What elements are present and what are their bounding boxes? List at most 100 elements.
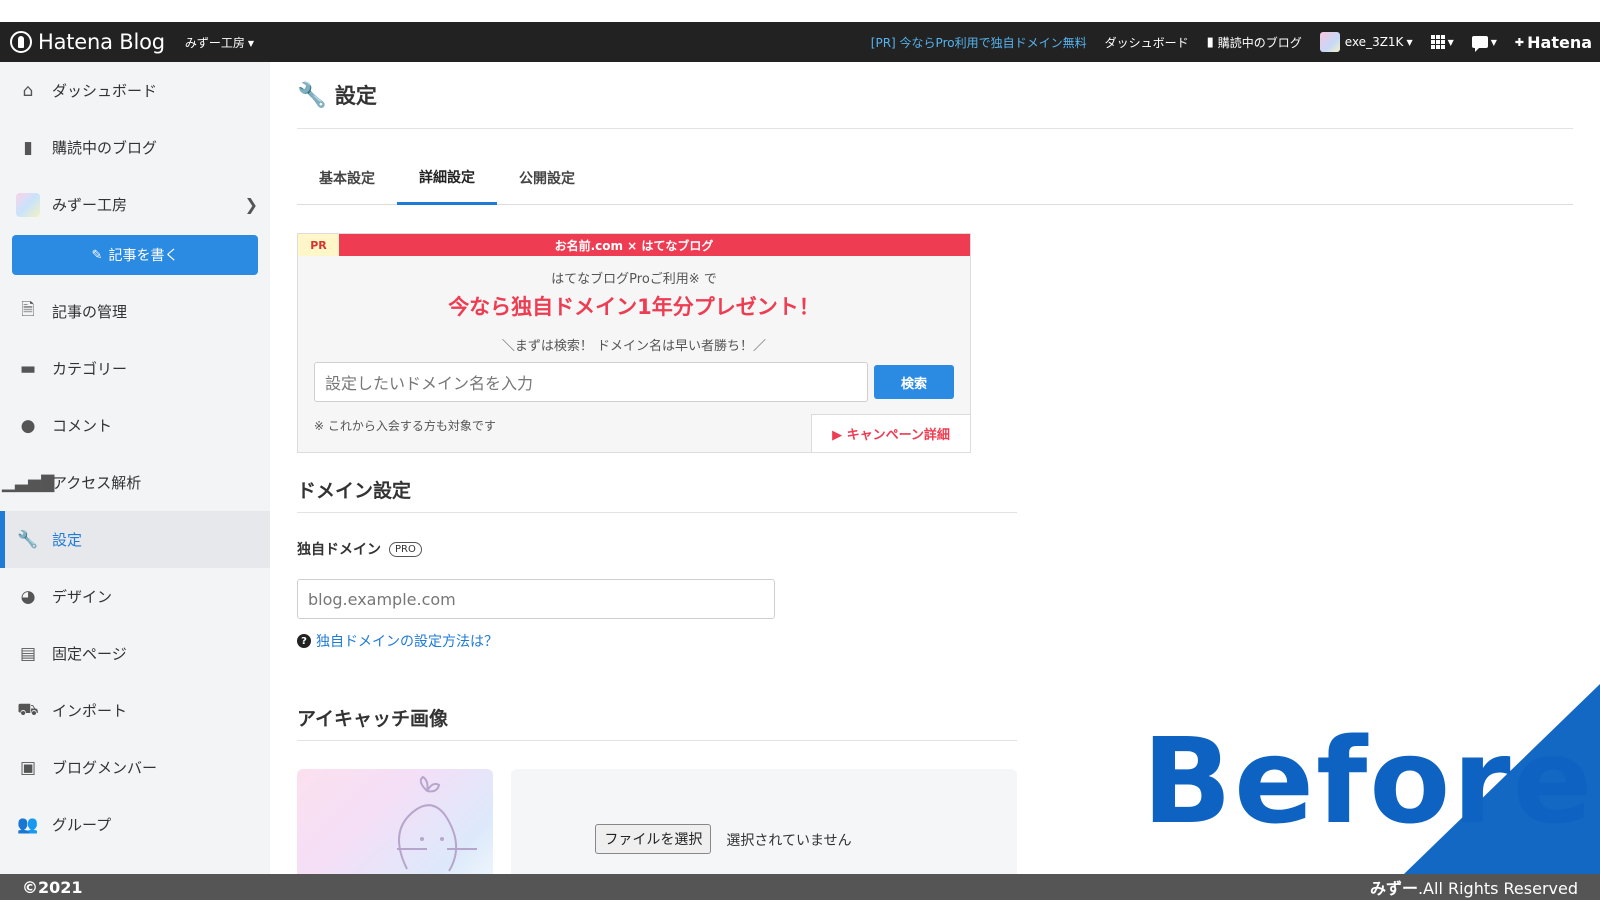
chevron-right-icon: ❯ bbox=[244, 195, 258, 214]
sidebar-item-dashboard[interactable]: ⌂ ダッシュボード bbox=[0, 62, 270, 119]
campaign-detail-link[interactable]: ▶ キャンペーン詳細 bbox=[811, 414, 971, 453]
sidebar: ⌂ ダッシュボード ▮ 購読中のブログ みずー工房 ❯ ✎ 記事を書く 🗎 記事… bbox=[0, 62, 270, 874]
pr-tag: PR bbox=[298, 234, 340, 256]
question-circle-icon: ? bbox=[297, 634, 311, 648]
truck-icon: ⛟ bbox=[17, 699, 39, 720]
domain-help-link[interactable]: ? 独自ドメインの設定方法は？ bbox=[297, 631, 1017, 651]
sidebar-item-label: 記事の管理 bbox=[52, 303, 128, 321]
page-header: 🔧 設定 bbox=[297, 62, 1573, 129]
top-navigation-bar: Hatena Blog みずー工房 ▼ [PR] 今ならPro利用で独自ドメイン無… bbox=[0, 22, 1600, 62]
sidebar-item-members[interactable]: ▣ ブログメンバー bbox=[0, 739, 270, 796]
caret-down-icon: ▼ bbox=[1406, 37, 1413, 47]
user-menu[interactable]: exe_3Z1K ▼ bbox=[1319, 32, 1413, 52]
sidebar-item-label: インポート bbox=[52, 702, 128, 720]
domain-help-text: 独自ドメインの設定方法は？ bbox=[316, 634, 498, 650]
domain-section-title: ドメイン設定 bbox=[297, 467, 1017, 513]
sidebar-item-blog[interactable]: みずー工房 ❯ bbox=[0, 176, 270, 233]
blog-avatar-wrap bbox=[16, 192, 40, 217]
blog-switcher-label: みずー工房 bbox=[184, 35, 245, 50]
settings-tabs: 基本設定 詳細設定 公開設定 bbox=[297, 151, 1573, 205]
bar-chart-icon: ▁▃▅▇ bbox=[1, 472, 55, 493]
sidebar-item-articles[interactable]: 🗎 記事の管理 bbox=[0, 283, 270, 340]
grid-icon bbox=[1430, 35, 1445, 49]
pr-domain-link[interactable]: [PR] 今ならPro利用で独自ドメイン無料 bbox=[871, 34, 1087, 51]
sidebar-item-label: アクセス解析 bbox=[52, 474, 142, 492]
before-overlay-label: Before bbox=[1142, 712, 1595, 850]
wrench-icon: 🔧 bbox=[297, 81, 327, 109]
comment-icon: ● bbox=[20, 415, 36, 436]
hatena-logo-icon bbox=[10, 31, 32, 53]
avatar bbox=[1319, 32, 1340, 52]
tab-advanced-settings[interactable]: 詳細設定 bbox=[397, 151, 497, 205]
page-title: 設定 bbox=[334, 84, 377, 108]
notification-menu[interactable]: ▼ bbox=[1471, 36, 1497, 52]
caret-down-icon: ▼ bbox=[1447, 37, 1454, 47]
hatena-blog-logo[interactable]: Hatena Blog bbox=[10, 30, 165, 54]
hatena-label: Hatena bbox=[1527, 32, 1592, 52]
promo-headline: 今なら独自ドメイン1年分プレゼント！ bbox=[448, 295, 820, 319]
sidebar-item-import[interactable]: ⛟ インポート bbox=[0, 682, 270, 739]
custom-domain-input[interactable]: blog.example.com bbox=[297, 579, 775, 619]
hatena-small-icon: ✚ bbox=[1514, 35, 1525, 49]
domain-promo-banner: PR お名前.com × はてなブログ はてなブログProご利用※ で 今なら独… bbox=[297, 233, 971, 453]
document-icon: 🗎 bbox=[21, 300, 35, 320]
pro-badge: PRO bbox=[389, 541, 422, 557]
sidebar-item-settings[interactable]: 🔧 設定 bbox=[0, 511, 270, 568]
palette-icon: ◕ bbox=[20, 586, 36, 607]
group-icon: 👥 bbox=[17, 814, 39, 835]
edit-icon: ✎ bbox=[91, 247, 103, 263]
caret-down-icon: ▼ bbox=[1490, 37, 1497, 47]
tab-basic-settings[interactable]: 基本設定 bbox=[297, 151, 397, 205]
promo-note: ＼まずは検索！ ドメイン名は早い者勝ち！／ bbox=[501, 339, 767, 354]
caret-down-icon: ▼ bbox=[247, 38, 255, 48]
page-icon: ▤ bbox=[19, 643, 37, 664]
sidebar-item-comment[interactable]: ● コメント bbox=[0, 397, 270, 454]
blog-avatar bbox=[16, 192, 40, 217]
header-subscribed-link[interactable]: ▮ 購読中のブログ bbox=[1207, 34, 1302, 51]
promo-bar-text: お名前.com × はてなブログ bbox=[554, 238, 714, 253]
eyecatch-thumbnail bbox=[297, 769, 494, 879]
top-margin bbox=[0, 0, 1600, 22]
write-article-label: 記事を書く bbox=[108, 248, 179, 264]
footer-copyright: ©2021 bbox=[22, 877, 83, 897]
write-article-button[interactable]: ✎ 記事を書く bbox=[12, 235, 258, 275]
sidebar-item-label: みずー工房 bbox=[52, 196, 128, 214]
eyecatch-row: ファイルを選択 選択されていません bbox=[297, 769, 1017, 879]
footer-bar: ©2021 みずー.All Rights Reserved bbox=[0, 874, 1600, 900]
sidebar-item-analytics[interactable]: ▁▃▅▇ アクセス解析 bbox=[0, 454, 270, 511]
sidebar-item-label: デザイン bbox=[52, 588, 113, 606]
username: exe_3Z1K bbox=[1344, 35, 1404, 49]
sidebar-item-label: 購読中のブログ bbox=[52, 139, 158, 157]
choose-file-button[interactable]: ファイルを選択 bbox=[595, 824, 712, 854]
sidebar-item-design[interactable]: ◕ デザイン bbox=[0, 568, 270, 625]
sidebar-item-label: グループ bbox=[52, 816, 112, 834]
sidebar-item-subscribed[interactable]: ▮ 購読中のブログ bbox=[0, 119, 270, 176]
domain-search-button[interactable]: 検索 bbox=[874, 365, 954, 399]
home-icon: ⌂ bbox=[22, 80, 34, 101]
sidebar-item-label: ブログメンバー bbox=[52, 759, 158, 777]
mascot-illustration-icon bbox=[397, 775, 477, 872]
footer-rights-text: .All Rights Reserved bbox=[1417, 879, 1578, 898]
wrench-icon: 🔧 bbox=[17, 529, 39, 550]
bookmark-icon: ▮ bbox=[1206, 34, 1214, 50]
sidebar-item-group[interactable]: 👥 グループ bbox=[0, 796, 270, 853]
blog-switcher[interactable]: みずー工房 ▼ bbox=[185, 34, 254, 51]
tab-publish-settings[interactable]: 公開設定 bbox=[497, 151, 597, 205]
header-dashboard-link[interactable]: ダッシュボード bbox=[1105, 34, 1189, 51]
sidebar-item-label: 固定ページ bbox=[52, 645, 127, 663]
custom-domain-label: 独自ドメイン PRO bbox=[297, 539, 1017, 559]
sidebar-item-label: カテゴリー bbox=[52, 360, 128, 378]
sidebar-item-pages[interactable]: ▤ 固定ページ bbox=[0, 625, 270, 682]
sidebar-item-category[interactable]: ▬ カテゴリー bbox=[0, 340, 270, 397]
eyecatch-upload-area[interactable]: ファイルを選択 選択されていません bbox=[511, 769, 1017, 879]
apps-menu[interactable]: ▼ bbox=[1430, 35, 1454, 49]
eyecatch-section-title: アイキャッチ画像 bbox=[297, 695, 1017, 741]
comment-bubble-icon bbox=[1471, 36, 1488, 52]
footer-owner: みずー bbox=[1369, 879, 1418, 898]
domain-search-input[interactable]: 設定したいドメイン名を入力 bbox=[314, 362, 868, 402]
hatena-home-link[interactable]: ✚ Hatena bbox=[1515, 33, 1592, 52]
sidebar-item-label: 設定 bbox=[52, 531, 83, 549]
member-icon: ▣ bbox=[19, 757, 37, 778]
bookmark-icon: ▮ bbox=[23, 137, 33, 158]
header-subscribed-label: 購読中のブログ bbox=[1217, 35, 1302, 50]
